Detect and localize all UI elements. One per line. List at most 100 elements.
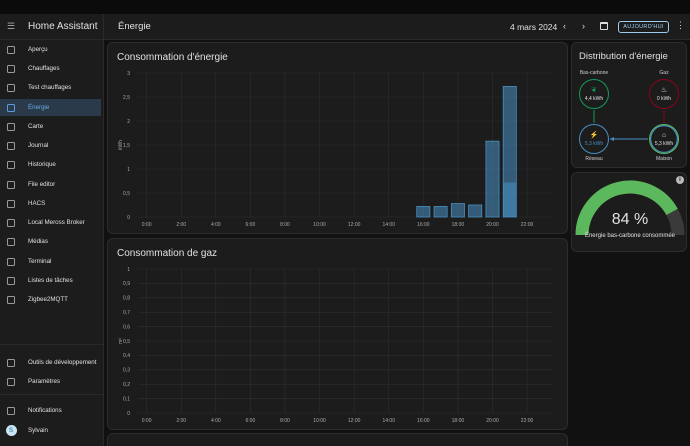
energy-distribution-card: Distribution d'énergie Bas-carbone Gaz ❦… xyxy=(571,42,687,168)
next-period-button[interactable]: › xyxy=(582,21,585,31)
home-label: Maison xyxy=(655,156,673,162)
sidebar-item-parametres[interactable]: Paramètres xyxy=(0,373,101,390)
gauge-label: Énergie bas-carbone consommée xyxy=(584,233,676,239)
sidebar-item-profile[interactable]: S Sylvain xyxy=(0,422,101,439)
bell-icon xyxy=(7,406,15,415)
sidebar-item-label: Historique xyxy=(28,161,56,168)
previous-period-button[interactable]: ‹ xyxy=(563,21,566,31)
x-tick-label: 4:00 xyxy=(211,222,221,228)
wrench-icon xyxy=(7,180,15,189)
x-tick-label: 4:00 xyxy=(211,418,221,424)
y-tick-label: 1,5 xyxy=(123,143,130,149)
sidebar-item-label: HACS xyxy=(28,200,46,207)
sidebar-item-label: Local Meross Broker xyxy=(28,219,85,226)
sidebar-item-label: Paramètres xyxy=(28,378,60,385)
sidebar-item-energie[interactable]: Énergie xyxy=(0,99,101,116)
sidebar-divider xyxy=(0,394,103,395)
zigbee-icon xyxy=(7,295,15,304)
sidebar-item-test-chauffages[interactable]: Test chauffages xyxy=(0,79,101,96)
sidebar-item-label: Énergie xyxy=(28,104,50,111)
app-title: Home Assistant xyxy=(28,21,98,32)
gas-node[interactable]: ♨ 0 kWh xyxy=(649,79,679,109)
sidebar-item-label: Notifications xyxy=(28,407,62,414)
sidebar-item-label: Zigbee2MQTT xyxy=(28,296,68,303)
energy-consumption-card: Consommation d'énergie 0 0,5 1 1,5 2 2,5 3 0:00… xyxy=(107,42,568,234)
y-tick-label: 0,2 xyxy=(123,382,130,388)
sidebar-item-outils-de-developpement[interactable]: Outils de développement xyxy=(0,354,101,371)
x-tick-label: 12:00 xyxy=(348,222,361,228)
x-tick-label: 16:00 xyxy=(417,418,430,424)
cog-icon xyxy=(7,377,15,386)
gauge-percent: 84 % xyxy=(611,211,649,228)
sidebar-item-zigbee2mqtt[interactable]: Zigbee2MQTT xyxy=(0,291,101,308)
sidebar-item-label: Listes de tâches xyxy=(28,277,73,284)
window-top-strip xyxy=(0,0,690,14)
today-button[interactable]: AUJOURD'HUI xyxy=(618,21,669,33)
sidebar-item-listes-de-taches[interactable]: Listes de tâches xyxy=(0,272,101,289)
thermometer-icon xyxy=(7,83,15,92)
low-carbon-value: 4,4 kWh xyxy=(584,95,604,102)
more-options-icon[interactable]: ⋮ xyxy=(676,20,685,31)
dashboard-icon xyxy=(7,45,15,54)
flow-arrow xyxy=(610,137,614,141)
sidebar-divider xyxy=(0,344,103,345)
y-tick-label: 0,5 xyxy=(123,191,130,197)
x-tick-label: 10:00 xyxy=(313,222,326,228)
x-tick-label: 14:00 xyxy=(382,418,395,424)
x-tick-label: 10:00 xyxy=(313,418,326,424)
sidebar-item-carte[interactable]: Carte xyxy=(0,118,101,135)
energy-chart[interactable]: 0 0,5 1 1,5 2 2,5 3 0:00 2:00 4:00 6:00 8:00 10:00 12… xyxy=(108,43,569,235)
energy-bar xyxy=(433,206,448,218)
x-tick-label: 14:00 xyxy=(382,222,395,228)
sidebar-item-historique[interactable]: Historique xyxy=(0,156,101,173)
menu-toggle-icon[interactable]: ☰ xyxy=(0,21,22,32)
y-tick-label: 0 xyxy=(127,215,130,221)
clipboard-list-icon xyxy=(7,276,15,285)
grid-node[interactable]: ⚡ 5,3 kWh xyxy=(579,124,609,154)
sidebar-item-local-meross-broker[interactable]: Local Meross Broker xyxy=(0,214,101,231)
sidebar-item-journal[interactable]: Journal xyxy=(0,137,101,154)
gas-chart[interactable]: 00,10,20,30,40,50,60,70,80,910:00 2:00 4:0… xyxy=(108,239,569,431)
y-tick-label: 0,3 xyxy=(123,368,130,374)
grid-label: Réseau xyxy=(585,156,603,162)
y-tick-label: 0,8 xyxy=(123,296,130,302)
calendar-icon[interactable] xyxy=(600,22,608,30)
energy-bar xyxy=(485,140,500,218)
x-tick-label: 8:00 xyxy=(280,418,290,424)
lightning-bolt-icon xyxy=(7,103,15,112)
gas-consumption-card: Consommation de gaz 0 0,1 0,2 0,3 0,4 0,5 0,6 0… xyxy=(107,238,568,430)
sidebar-item-apercu[interactable]: Aperçu xyxy=(0,41,101,58)
console-icon xyxy=(7,257,15,266)
sidebar-item-hacs[interactable]: HACS xyxy=(0,195,101,212)
x-tick-label: 22:00 xyxy=(521,418,534,424)
sidebar-item-label: Médias xyxy=(28,238,48,245)
home-value: 5,3 kWh xyxy=(654,140,674,147)
home-node[interactable]: ⌂ 5,3 kWh xyxy=(649,124,679,154)
broker-icon xyxy=(7,218,15,227)
energy-bar xyxy=(468,204,483,218)
sidebar-item-label: Chauffages xyxy=(28,65,60,72)
sidebar-item-medias[interactable]: Médias xyxy=(0,233,101,250)
sidebar-item-notifications[interactable]: Notifications xyxy=(0,402,101,419)
hacs-icon xyxy=(7,199,15,208)
x-tick-label: 6:00 xyxy=(246,418,256,424)
y-tick-label: 0,5 xyxy=(123,339,130,345)
x-tick-label: 20:00 xyxy=(486,222,499,228)
home-icon: ⌂ xyxy=(661,131,667,139)
sidebar-item-chauffages[interactable]: Chauffages xyxy=(0,60,101,77)
x-tick-label: 2:00 xyxy=(176,418,186,424)
y-tick-label: 0,1 xyxy=(123,396,130,402)
grid-value: 5,3 kWh xyxy=(584,140,604,147)
y-tick-label: 1 xyxy=(127,267,130,273)
sidebar-item-terminal[interactable]: Terminal xyxy=(0,253,101,270)
sidebar-item-label: File editor xyxy=(28,181,56,188)
energy-bar-segment xyxy=(503,182,517,217)
low-carbon-node[interactable]: ❦ 4,4 kWh xyxy=(579,79,609,109)
x-tick-label: 18:00 xyxy=(452,222,465,228)
sidebar-item-file-editor[interactable]: File editor xyxy=(0,176,101,193)
x-tick-label: 2:00 xyxy=(176,222,186,228)
y-tick-label: 0,7 xyxy=(123,310,130,316)
y-tick-label: 0 xyxy=(127,411,130,417)
sidebar: ☰ Home Assistant Aperçu Chauffages Test … xyxy=(0,14,104,446)
x-tick-label: 8:00 xyxy=(280,222,290,228)
